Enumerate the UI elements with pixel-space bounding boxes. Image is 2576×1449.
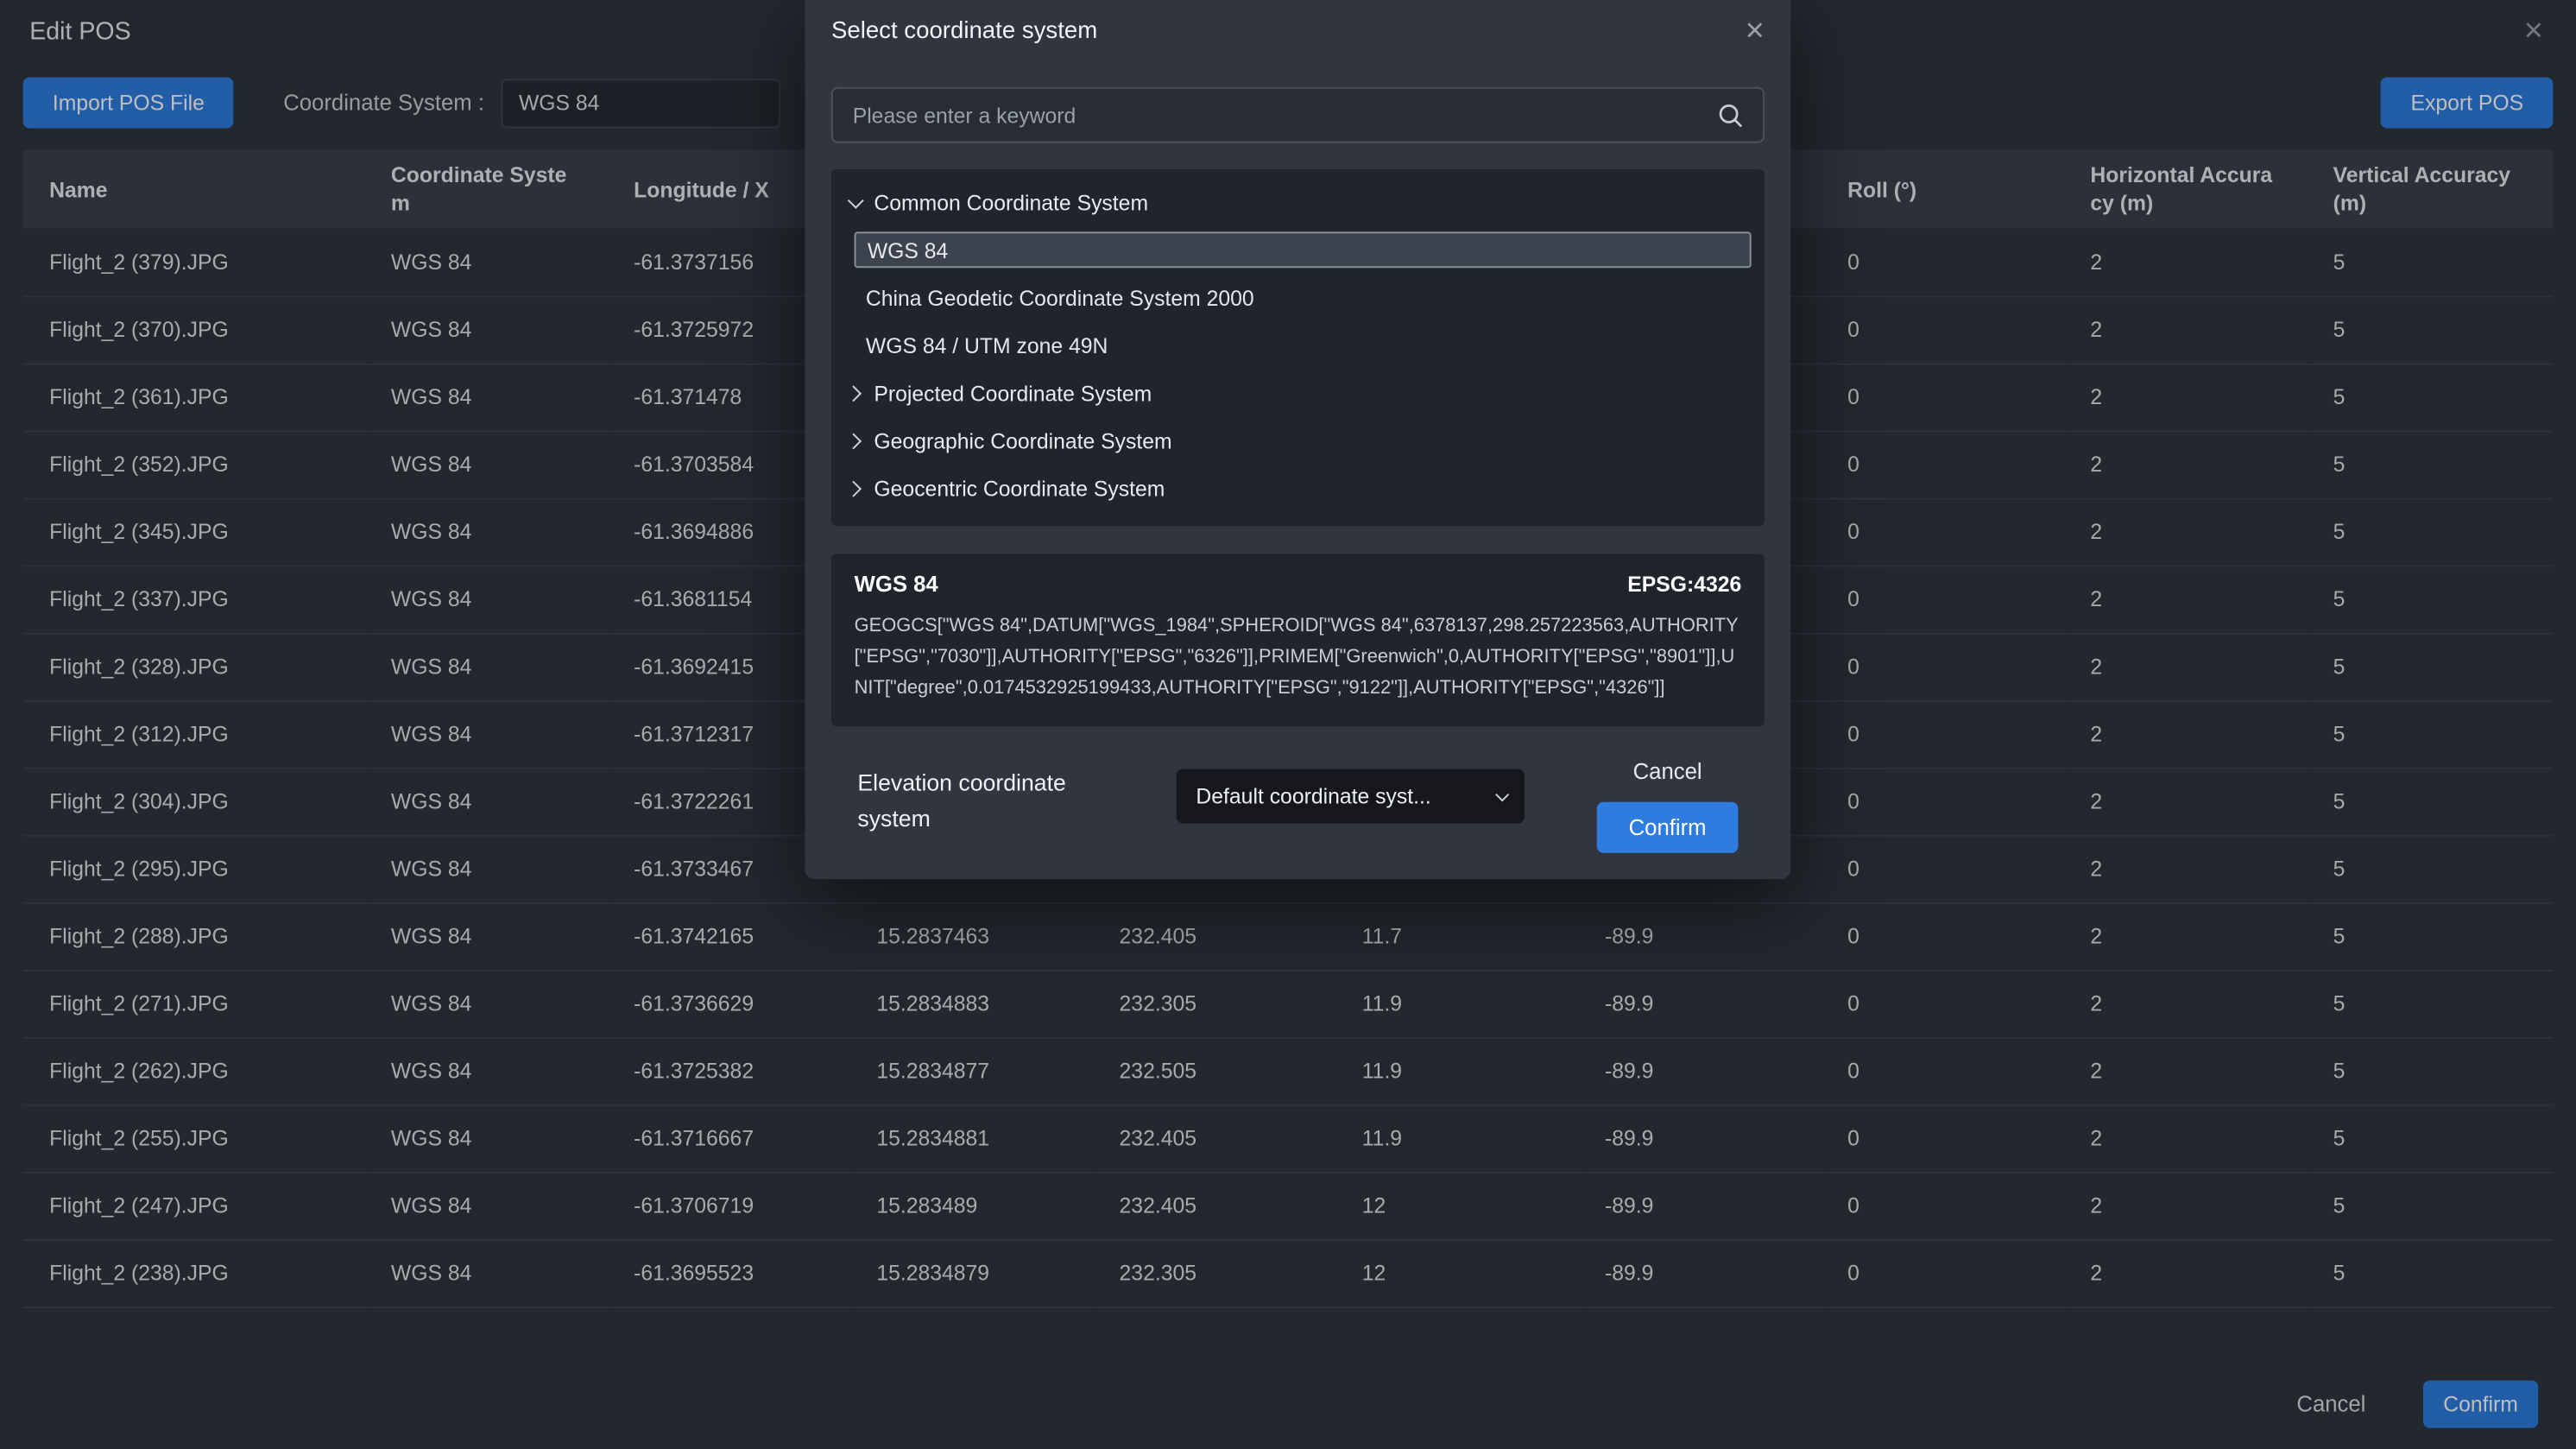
search-icon[interactable] (1717, 101, 1745, 129)
detail-header: WGS 84 EPSG:4326 (855, 572, 1742, 597)
dialog-footer: Elevation coordinate system Default coor… (831, 726, 1765, 879)
detail-name: WGS 84 (855, 572, 938, 597)
chevron-right-icon (845, 481, 862, 497)
screen: Edit POS × Import POS File Coordinate Sy… (0, 0, 2576, 1449)
tree-section: Geocentric Coordinate System (831, 465, 1765, 513)
tree-section: Geographic Coordinate System (831, 417, 1765, 465)
elevation-label: Elevation coordinate system (857, 750, 1107, 837)
tree-item[interactable]: WGS 84 / UTM zone 49N (855, 322, 1752, 370)
tree-section-label: Geographic Coordinate System (874, 429, 1171, 454)
chevron-right-icon (845, 433, 862, 450)
dialog-cancel-button[interactable]: Cancel (1623, 753, 1712, 791)
elevation-dropdown-value: Default coordinate syst... (1196, 784, 1430, 809)
search-input[interactable] (853, 103, 1704, 128)
tree-section-header[interactable]: Projected Coordinate System (831, 370, 1765, 417)
tree-item[interactable]: China Geodetic Coordinate System 2000 (855, 275, 1752, 322)
chevron-right-icon (845, 385, 862, 402)
detail-wkt: GEOGCS["WGS 84",DATUM["WGS_1984",SPHEROI… (855, 611, 1742, 705)
dialog-actions: Cancel Confirm (1597, 753, 1739, 853)
tree-section-header[interactable]: Common Coordinate System (831, 179, 1765, 226)
tree-section-label: Common Coordinate System (874, 191, 1148, 216)
elevation-dropdown[interactable]: Default coordinate syst... (1177, 769, 1525, 824)
search-box (831, 87, 1765, 143)
detail-epsg-code: EPSG:4326 (1627, 572, 1741, 597)
coordinate-tree: Common Coordinate System WGS 84 China Geod… (831, 169, 1765, 526)
select-coordinate-system-dialog: Select coordinate system × Common Coordi… (805, 0, 1790, 879)
chevron-down-icon (1495, 787, 1509, 800)
dialog-header: Select coordinate system × (805, 0, 1790, 62)
tree-section: Common Coordinate System WGS 84 China Geod… (831, 179, 1765, 370)
tree-section: Projected Coordinate System (831, 370, 1765, 417)
tree-section-header[interactable]: Geocentric Coordinate System (831, 465, 1765, 513)
coordinate-detail: WGS 84 EPSG:4326 GEOGCS["WGS 84",DATUM["… (831, 554, 1765, 726)
tree-section-header[interactable]: Geographic Coordinate System (831, 417, 1765, 465)
tree-section-label: Geocentric Coordinate System (874, 477, 1165, 502)
dialog-body: Common Coordinate System WGS 84 China Geod… (805, 62, 1790, 879)
dialog-title: Select coordinate system (831, 18, 1097, 44)
chevron-down-icon (848, 193, 864, 209)
tree-section-label: Projected Coordinate System (874, 382, 1152, 407)
tree-item-selected[interactable]: WGS 84 (855, 231, 1752, 268)
dialog-close-icon[interactable]: × (1746, 15, 1765, 47)
dialog-confirm-button[interactable]: Confirm (1597, 802, 1739, 853)
